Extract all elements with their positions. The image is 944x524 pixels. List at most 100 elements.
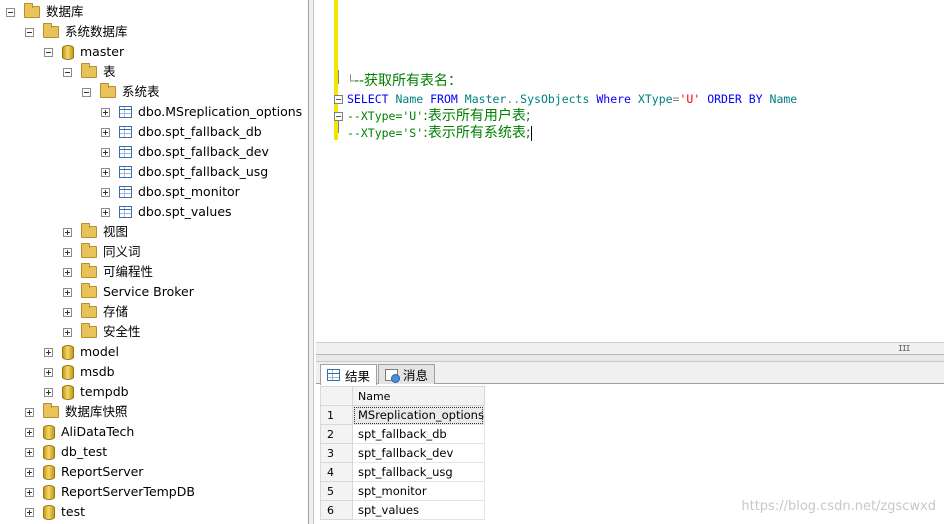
scroll-grip[interactable]: III (898, 344, 910, 353)
collapse-icon[interactable] (82, 87, 91, 97)
grid-icon (327, 369, 340, 381)
expand-icon[interactable] (63, 287, 72, 297)
row-number[interactable]: 5 (320, 481, 353, 501)
tree-node-views[interactable]: 视图 (63, 222, 128, 242)
expand-icon[interactable] (25, 407, 34, 417)
fold-toggle-icon[interactable] (334, 112, 343, 121)
tree-node-table[interactable]: dbo.spt_fallback_usg (101, 162, 268, 182)
tree-node-table[interactable]: dbo.spt_values (101, 202, 232, 222)
tree-node-user-db[interactable]: db_test (25, 442, 107, 462)
expand-icon[interactable] (25, 467, 34, 477)
fold-line (338, 70, 339, 84)
pane-splitter-horizontal[interactable] (316, 354, 944, 362)
grid-cell[interactable]: spt_values (352, 500, 485, 520)
collapse-icon[interactable] (63, 67, 72, 77)
expand-icon[interactable] (44, 367, 53, 377)
tree-node-databases[interactable]: 数据库 (6, 2, 84, 22)
tree-node-system-tables[interactable]: 系统表 (82, 82, 160, 102)
folder-icon (81, 323, 97, 338)
table-row[interactable]: 1 MSreplication_options (320, 405, 485, 425)
expand-icon[interactable] (25, 447, 34, 457)
row-number[interactable]: 2 (320, 424, 353, 444)
table-row[interactable]: 6 spt_values (320, 500, 485, 520)
database-icon (62, 364, 74, 380)
fold-toggle-icon[interactable] (334, 95, 343, 104)
expand-icon[interactable] (101, 147, 110, 157)
tree-node-user-db[interactable]: ReportServerTempDB (25, 482, 195, 502)
database-icon (43, 464, 55, 480)
folder-icon (81, 63, 97, 78)
expand-icon[interactable] (63, 267, 72, 277)
tree-node-synonyms[interactable]: 同义词 (63, 242, 141, 262)
expand-icon[interactable] (63, 307, 72, 317)
tree-node-storage[interactable]: 存储 (63, 302, 128, 322)
tree-node-user-db[interactable]: test (25, 502, 85, 522)
editor-horizontal-scrollbar[interactable]: III (316, 342, 944, 354)
folder-icon (81, 243, 97, 258)
tree-node-master[interactable]: master (44, 42, 124, 62)
tree-node-security[interactable]: 安全性 (63, 322, 141, 342)
tree-node-system-databases[interactable]: 系统数据库 (25, 22, 128, 42)
tree-node-table[interactable]: dbo.spt_fallback_dev (101, 142, 269, 162)
database-icon (62, 384, 74, 400)
grid-cell[interactable]: spt_fallback_dev (352, 443, 485, 463)
expand-icon[interactable] (101, 127, 110, 137)
tree-node-user-db[interactable]: ReportServer (25, 462, 143, 482)
expand-icon[interactable] (25, 487, 34, 497)
tab-results[interactable]: 结果 (320, 364, 378, 385)
table-icon (119, 146, 132, 158)
collapse-icon[interactable] (44, 47, 53, 57)
fold-line (338, 121, 339, 133)
code-line-comment-title[interactable]: └--获取所有表名： (347, 73, 462, 90)
tree-node-user-db[interactable]: AliDataTech (25, 422, 134, 442)
tree-node-model[interactable]: model (44, 342, 119, 362)
code-line-comment-s[interactable]: --XType='S':表示所有系统表; (347, 125, 532, 142)
grid-cell[interactable]: spt_fallback_db (352, 424, 485, 444)
tree-node-table[interactable]: dbo.spt_monitor (101, 182, 240, 202)
code-line-comment-u[interactable]: --XType='U':表示所有用户表; (347, 108, 531, 125)
table-row[interactable]: 2 spt_fallback_db (320, 424, 485, 444)
object-explorer-tree: 数据库 系统数据库 master 表 系统表 dbo.MSreplication… (0, 0, 308, 524)
tree-node-table[interactable]: dbo.MSreplication_options (101, 102, 302, 122)
expand-icon[interactable] (25, 507, 34, 517)
tree-node-msdb[interactable]: msdb (44, 362, 115, 382)
pane-splitter-vertical[interactable] (308, 0, 314, 524)
grid-cell[interactable]: MSreplication_options (352, 405, 485, 425)
results-grid[interactable]: Name 1 MSreplication_options 2 spt_fallb… (320, 386, 485, 520)
folder-icon (100, 83, 116, 98)
tree-node-table[interactable]: dbo.spt_fallback_db (101, 122, 262, 142)
table-row[interactable]: 4 spt_fallback_usg (320, 462, 485, 482)
table-row[interactable]: 5 spt_monitor (320, 481, 485, 501)
tab-messages[interactable]: 消息 (378, 364, 436, 384)
tree-node-snapshots[interactable]: 数据库快照 (25, 402, 128, 422)
row-number[interactable]: 4 (320, 462, 353, 482)
expand-icon[interactable] (44, 347, 53, 357)
expand-icon[interactable] (101, 187, 110, 197)
grid-cell[interactable]: spt_monitor (352, 481, 485, 501)
expand-icon[interactable] (101, 167, 110, 177)
expand-icon[interactable] (101, 207, 110, 217)
expand-icon[interactable] (63, 227, 72, 237)
row-number-header[interactable] (320, 386, 353, 406)
code-line-select[interactable]: SELECT Name FROM Master..SysObjects Wher… (347, 91, 797, 108)
folder-icon (81, 263, 97, 278)
row-number[interactable]: 3 (320, 443, 353, 463)
tree-node-tempdb[interactable]: tempdb (44, 382, 129, 402)
table-row[interactable]: 3 spt_fallback_dev (320, 443, 485, 463)
tree-node-service-broker[interactable]: Service Broker (63, 282, 194, 302)
expand-icon[interactable] (63, 247, 72, 257)
expand-icon[interactable] (63, 327, 72, 337)
grid-cell[interactable]: spt_fallback_usg (352, 462, 485, 482)
collapse-icon[interactable] (6, 7, 15, 17)
tree-node-tables[interactable]: 表 (63, 62, 116, 82)
row-number[interactable]: 6 (320, 500, 353, 520)
column-header-name[interactable]: Name (352, 386, 485, 406)
expand-icon[interactable] (25, 427, 34, 437)
collapse-icon[interactable] (25, 27, 34, 37)
sql-editor[interactable]: └--获取所有表名： SELECT Name FROM Master..SysO… (316, 0, 944, 342)
expand-icon[interactable] (44, 387, 53, 397)
tree-node-programmability[interactable]: 可编程性 (63, 262, 153, 282)
table-icon (119, 166, 132, 178)
expand-icon[interactable] (101, 107, 110, 117)
row-number[interactable]: 1 (320, 405, 353, 425)
